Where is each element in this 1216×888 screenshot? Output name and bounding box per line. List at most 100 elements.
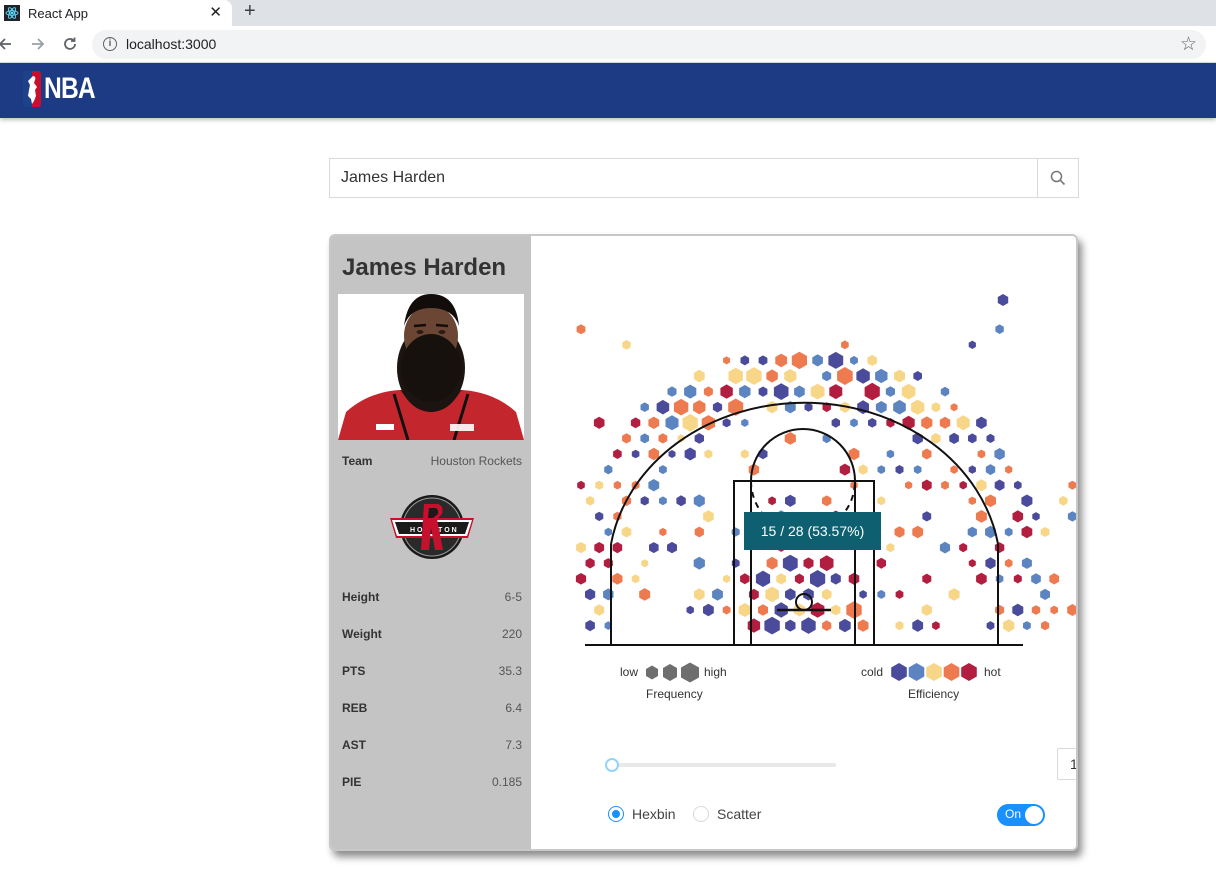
shot-hexbin[interactable] (621, 526, 632, 538)
shot-hexbin[interactable] (976, 479, 987, 492)
nba-logo[interactable]: NBA (23, 71, 106, 107)
shot-hexbin[interactable] (785, 494, 796, 507)
shot-hexbin[interactable] (994, 448, 1005, 460)
shot-hexbin[interactable] (1021, 494, 1033, 508)
shot-hexbin[interactable] (613, 480, 622, 490)
info-icon[interactable]: i (103, 37, 117, 51)
shot-hexbin[interactable] (586, 496, 595, 506)
bookmark-star-icon[interactable]: ☆ (1180, 33, 1197, 56)
shot-hexbin[interactable] (703, 603, 714, 617)
shot-hexbin[interactable] (740, 449, 749, 459)
shot-hexbin[interactable] (839, 463, 851, 476)
shot-hexbin[interactable] (841, 340, 849, 350)
radio-hexbin[interactable]: Hexbin (608, 806, 676, 822)
shot-hexbin[interactable] (858, 464, 868, 475)
shot-hexbin[interactable] (1032, 512, 1040, 521)
shot-hexbin[interactable] (803, 557, 814, 569)
browser-tab[interactable]: React App ✕ (0, 0, 232, 26)
shot-hexbin[interactable] (941, 480, 949, 490)
shot-hexbin[interactable] (785, 588, 796, 601)
shot-hexbin[interactable] (694, 588, 705, 601)
shot-hexbin[interactable] (912, 619, 924, 632)
shot-hexbin[interactable] (1014, 480, 1022, 490)
shot-hexbin[interactable] (640, 433, 649, 444)
shot-hexbin[interactable] (784, 432, 796, 445)
shot-hexbin[interactable] (922, 573, 932, 584)
shot-hexbin[interactable] (785, 619, 796, 632)
search-input[interactable] (330, 159, 1038, 197)
min-count-slider-handle[interactable] (605, 758, 619, 772)
shot-hexbin[interactable] (703, 386, 713, 397)
shot-hexbin[interactable] (932, 621, 940, 630)
shot-hexbin[interactable] (804, 402, 813, 412)
shot-hexbin[interactable] (764, 616, 780, 635)
shot-hexbin[interactable] (921, 416, 933, 430)
shot-hexbin[interactable] (1012, 510, 1024, 523)
shot-hexbin[interactable] (723, 574, 731, 583)
shot-hexbin[interactable] (986, 621, 995, 631)
shot-hexbin[interactable] (885, 386, 895, 397)
shot-hexbin[interactable] (812, 354, 823, 367)
shot-hexbin[interactable] (859, 590, 867, 599)
shot-hexbin[interactable] (773, 383, 789, 400)
shot-hexbin[interactable] (794, 573, 804, 585)
shot-hexbin[interactable] (968, 559, 976, 568)
shot-hexbin[interactable] (693, 556, 705, 570)
shot-hexbin[interactable] (877, 496, 886, 506)
shot-hexbin[interactable] (604, 464, 613, 475)
shot-hexbin[interactable] (985, 464, 996, 476)
shot-hexbin[interactable] (1068, 480, 1077, 490)
shot-hexbin[interactable] (728, 367, 743, 385)
shot-hexbin[interactable] (976, 416, 987, 429)
shot-hexbin[interactable] (1040, 527, 1050, 537)
shot-hexbin[interactable] (921, 604, 932, 616)
shot-hexbin[interactable] (968, 496, 976, 505)
shot-hexbin[interactable] (968, 340, 976, 349)
shot-hexbin[interactable] (949, 432, 959, 444)
shot-hexbin[interactable] (810, 570, 826, 588)
shot-hexbin[interactable] (922, 511, 932, 522)
shot-hexbin[interactable] (867, 354, 877, 366)
shot-hexbin[interactable] (939, 541, 951, 554)
shot-hexbin[interactable] (731, 527, 740, 537)
shot-hexbin[interactable] (939, 416, 951, 429)
shot-hexbin[interactable] (612, 572, 623, 585)
shot-hexbin[interactable] (755, 570, 771, 587)
shot-hexbin[interactable] (594, 604, 605, 616)
shot-hexbin[interactable] (794, 385, 805, 398)
shot-hexbin[interactable] (986, 433, 995, 443)
shot-hexbin[interactable] (747, 618, 761, 633)
reload-icon[interactable] (59, 33, 81, 55)
shot-hexbin[interactable] (622, 433, 631, 444)
radio-scatter-dot[interactable] (693, 806, 709, 822)
shot-hexbin[interactable] (894, 526, 905, 538)
address-bar[interactable]: i localhost:3000 ☆ (92, 30, 1206, 59)
shot-hexbin[interactable] (886, 449, 895, 459)
shot-hexbin[interactable] (950, 465, 958, 474)
shot-hexbin[interactable] (640, 496, 649, 506)
shot-hexbin[interactable] (850, 355, 858, 365)
shot-hexbin[interactable] (1049, 573, 1060, 585)
shot-hexbin[interactable] (985, 494, 996, 508)
shot-hexbin[interactable] (576, 324, 586, 335)
new-tab-button[interactable]: + (244, 0, 256, 22)
shot-hexbin[interactable] (1004, 527, 1013, 537)
shot-hexbin[interactable] (968, 433, 977, 444)
shot-hexbin[interactable] (828, 351, 844, 369)
shot-hexbin[interactable] (791, 351, 807, 370)
shot-hexbin[interactable] (1067, 604, 1077, 616)
shot-hexbin[interactable] (877, 589, 886, 599)
shot-hexbin[interactable] (668, 450, 676, 458)
close-tab-icon[interactable]: ✕ (209, 3, 222, 21)
shot-hexbin[interactable] (994, 479, 1005, 491)
shot-hexbin[interactable] (630, 417, 641, 429)
shot-hexbin[interactable] (839, 618, 851, 633)
min-count-slider-track[interactable] (610, 763, 836, 767)
shot-hexbin[interactable] (739, 385, 751, 399)
shot-hexbin[interactable] (775, 353, 788, 368)
shot-hexbin[interactable] (631, 449, 640, 459)
shot-hexbin[interactable] (913, 371, 922, 381)
display-toggle-switch[interactable]: On (997, 804, 1045, 826)
shot-hexbin[interactable] (895, 589, 904, 599)
shot-hexbin[interactable] (895, 465, 904, 475)
